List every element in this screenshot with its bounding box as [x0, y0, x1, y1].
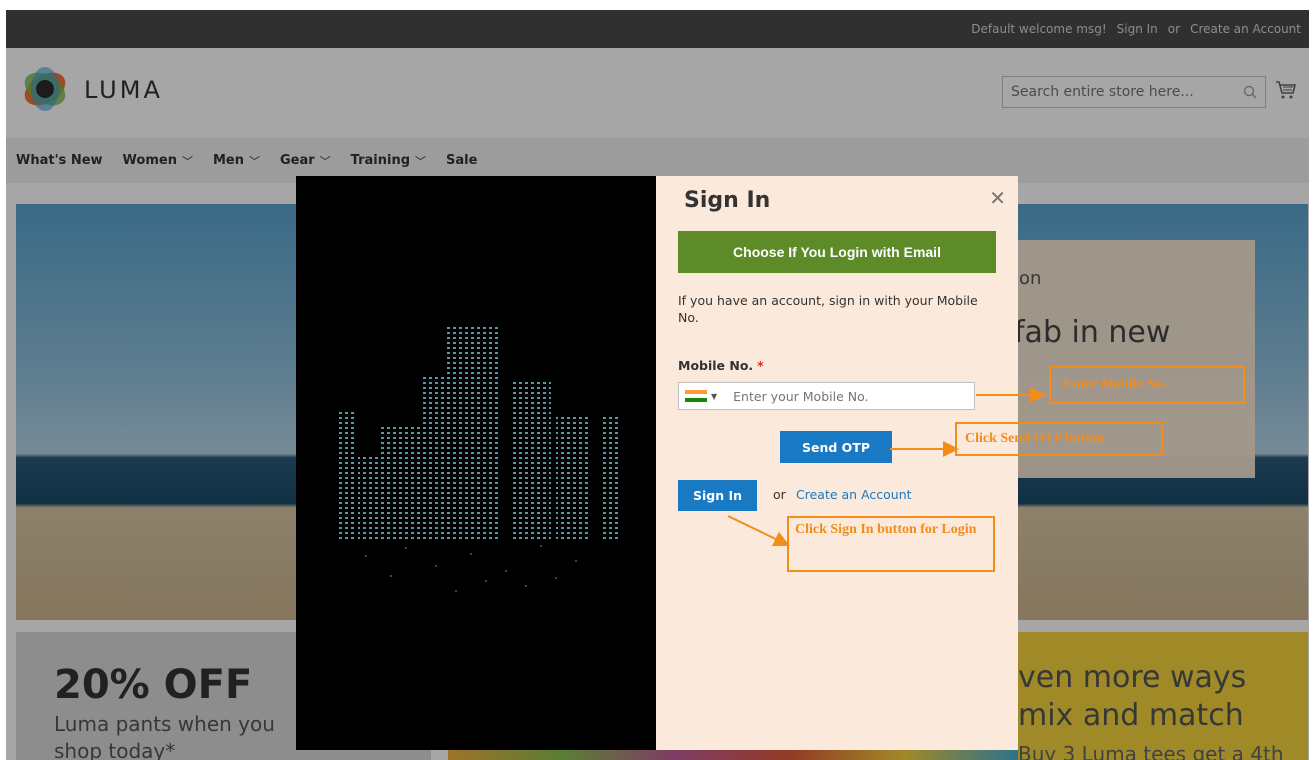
sign-in-modal: ✕ Sign In Choose If You Login with Email… — [296, 176, 1018, 750]
create-account-link[interactable]: Create an Account — [796, 487, 912, 502]
india-flag-icon[interactable] — [685, 389, 707, 403]
send-otp-button[interactable]: Send OTP — [780, 431, 892, 463]
required-marker: * — [757, 358, 764, 373]
sign-in-button[interactable]: Sign In — [678, 480, 757, 511]
annotation-enter-mobile: Enter Mobile No. — [1049, 366, 1245, 404]
sign-in-form: ✕ Sign In Choose If You Login with Email… — [656, 176, 1018, 750]
mobile-number-input[interactable] — [731, 387, 956, 405]
annotation-send-otp: Click Send OTP button — [955, 422, 1163, 456]
mobile-label: Mobile No. * — [678, 358, 764, 373]
city-skyline-image — [296, 176, 656, 750]
sign-in-intro-text: If you have an account, sign in with you… — [678, 293, 978, 325]
login-with-email-button[interactable]: Choose If You Login with Email — [678, 231, 996, 273]
or-text: or — [773, 487, 786, 502]
mobile-number-field[interactable]: ▼ — [678, 382, 975, 410]
annotation-sign-in: Click Sign In button for Login — [787, 516, 995, 572]
modal-title: Sign In — [684, 188, 771, 213]
close-icon[interactable]: ✕ — [989, 186, 1006, 210]
skyline-graphic — [336, 326, 621, 592]
country-dropdown-caret-icon[interactable]: ▼ — [711, 392, 717, 401]
